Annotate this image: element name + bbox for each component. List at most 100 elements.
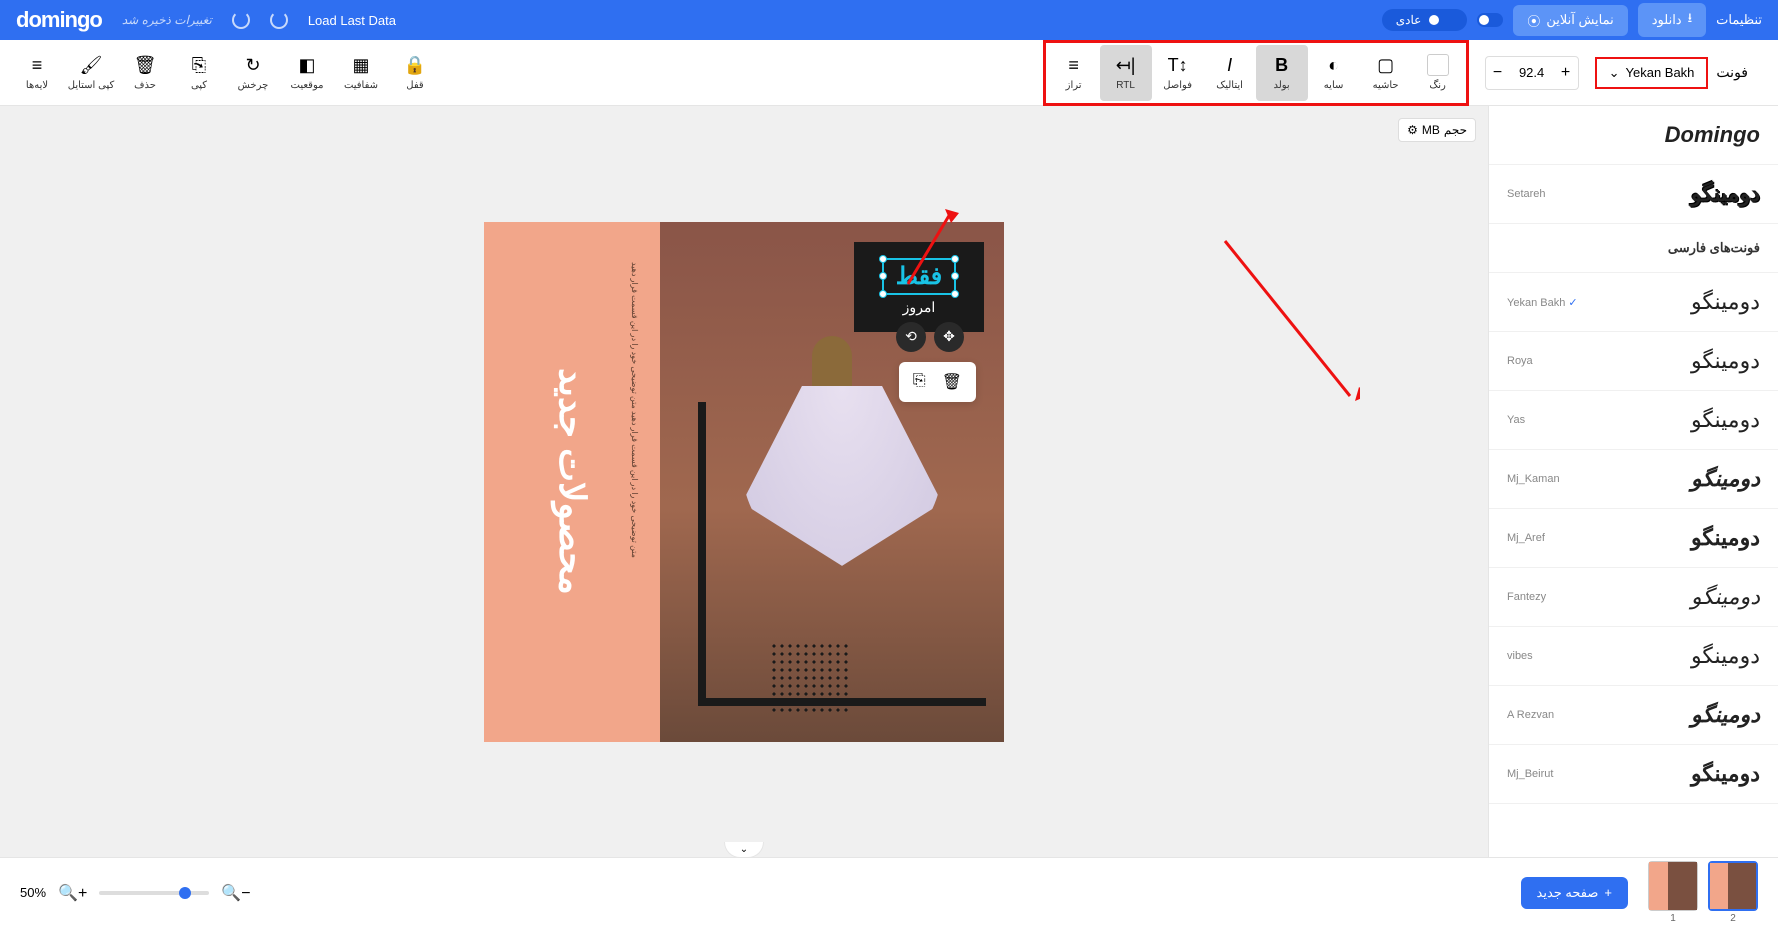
color-swatch-icon [1427, 54, 1449, 76]
italic-icon: I [1219, 54, 1241, 76]
expand-pages-button[interactable]: ⌄ [724, 842, 764, 858]
font-size-decrease[interactable]: − [1486, 57, 1510, 89]
font-item[interactable]: Yas دومینگو [1489, 391, 1778, 450]
load-last-button[interactable]: Load Last Data [308, 13, 396, 28]
font-item[interactable]: vibes دومینگو [1489, 627, 1778, 686]
resize-handle[interactable] [951, 290, 959, 298]
trash-icon: 🗑 [134, 54, 156, 76]
new-page-button[interactable]: صفحه جدید + [1521, 877, 1628, 909]
font-size-input[interactable] [1510, 57, 1554, 89]
align-button[interactable]: ≡تراز [1048, 45, 1100, 101]
rotate-handle[interactable]: ⟲ [896, 322, 926, 352]
dark-mode-toggle[interactable] [1477, 13, 1503, 27]
panel-title: فونت [1716, 64, 1768, 81]
collapse-panel-button[interactable]: ❯ [1488, 482, 1489, 522]
app-logo: domingo [16, 7, 102, 33]
preview-label: نمایش آنلاین [1546, 12, 1613, 28]
promo-box[interactable]: فقط امروز [854, 242, 984, 332]
app-header: domingo تغییرات ذخیره شد Load Last Data … [0, 0, 1778, 40]
artboard-left-panel[interactable]: متن توضیحی خود را در این قسمت قرار دهید … [484, 222, 660, 742]
delete-icon[interactable]: 🗑 [942, 372, 962, 392]
page-thumb-wrap: 1 [1648, 861, 1698, 924]
font-item[interactable]: Domingo [1489, 106, 1778, 165]
font-item[interactable]: Roya دومینگو [1489, 332, 1778, 391]
lock-icon: 🔒 [404, 54, 426, 76]
preview-button[interactable]: ⦿ نمایش آنلاین [1513, 5, 1627, 36]
bold-button[interactable]: Bبولد [1256, 45, 1308, 101]
copy-style-button[interactable]: 🖌کپی استایل [64, 45, 118, 101]
font-preview: دومینگو [1691, 702, 1760, 728]
bold-icon: B [1271, 54, 1293, 76]
font-item[interactable]: Fantezy دومینگو [1489, 568, 1778, 627]
page-thumbnail-2[interactable] [1708, 861, 1758, 911]
rtl-button[interactable]: ↤|RTL [1100, 45, 1152, 101]
settings-link[interactable]: تنظیمات [1716, 12, 1762, 28]
font-name-label: Yekan Bakh [1507, 296, 1578, 309]
size-settings-icon: ⚙ [1407, 123, 1418, 137]
resize-handle[interactable] [951, 255, 959, 263]
lock-button[interactable]: 🔒قفل [388, 45, 442, 101]
canvas-area[interactable]: ⚙ MB حجم متن توضیحی خود را در این قسمت ق… [0, 106, 1488, 857]
font-family-selector[interactable]: ⌄ Yekan Bakh [1595, 57, 1709, 89]
text-toolbar: ≡تراز ↤|RTL T↕فواصل Iایتالیک Bبولد ◐سایه… [1043, 40, 1469, 106]
opacity-icon: ▦ [350, 54, 372, 76]
font-item[interactable]: Setareh دومینگو [1489, 165, 1778, 224]
font-item[interactable]: A Rezvan دومینگو [1489, 686, 1778, 745]
resize-handle[interactable] [879, 255, 887, 263]
resize-handle[interactable] [879, 272, 887, 280]
artboard-right-panel[interactable]: فقط امروز ⟲ ✥ ⎘ 🗑 [660, 222, 1004, 742]
rotate-button[interactable]: ↻چرخش [226, 45, 280, 101]
color-button[interactable]: رنگ [1412, 45, 1464, 101]
font-name-label: Fantezy [1507, 591, 1546, 603]
new-page-label: صفحه جدید [1537, 885, 1599, 901]
sub-text[interactable]: امروز [903, 299, 936, 316]
zoom-out-icon[interactable]: 🔍− [221, 883, 250, 903]
font-preview: دومینگو [1691, 181, 1760, 207]
page-number: 2 [1708, 913, 1758, 924]
font-item[interactable]: Mj_Kaman دومینگو [1489, 450, 1778, 509]
artboard[interactable]: متن توضیحی خود را در این قسمت قرار دهید … [484, 222, 1004, 742]
font-name-label: Mj_Kaman [1507, 473, 1560, 485]
border-button[interactable]: ▢حاشیه [1360, 45, 1412, 101]
undo-icon[interactable] [232, 11, 250, 29]
annotation-arrow [1220, 236, 1360, 406]
selected-text-element[interactable]: فقط [882, 258, 956, 295]
font-item[interactable]: Yekan Bakh دومینگو [1489, 273, 1778, 332]
font-name-label: Setareh [1507, 188, 1546, 200]
rtl-icon: ↤| [1115, 54, 1137, 76]
resize-handle[interactable] [879, 290, 887, 298]
font-preview: Domingo [1665, 122, 1760, 148]
mode-pill[interactable]: عادی [1382, 9, 1468, 31]
page-thumbnail-1[interactable] [1648, 861, 1698, 911]
font-item[interactable]: Mj_Aref دومینگو [1489, 509, 1778, 568]
font-item[interactable]: Mj_Beirut دومینگو [1489, 745, 1778, 804]
broadcast-icon: ⦿ [1527, 11, 1540, 30]
redo-icon[interactable] [270, 11, 288, 29]
download-button[interactable]: دانلود ⭳ [1638, 3, 1706, 37]
opacity-button[interactable]: ▦شفافیت [334, 45, 388, 101]
layers-button[interactable]: ≡لایه‌ها [10, 45, 64, 101]
delete-button[interactable]: 🗑حذف [118, 45, 172, 101]
size-badge[interactable]: ⚙ MB حجم [1398, 118, 1476, 142]
zoom-slider[interactable] [99, 891, 209, 895]
duplicate-icon[interactable]: ⎘ [913, 372, 926, 392]
size-unit: MB [1422, 123, 1440, 137]
move-handle[interactable]: ✥ [934, 322, 964, 352]
resize-handle[interactable] [951, 272, 959, 280]
font-preview: دومینگو [1691, 289, 1760, 315]
shadow-button[interactable]: ◐سایه [1308, 45, 1360, 101]
font-name-label: Mj_Beirut [1507, 768, 1553, 780]
left-title-text[interactable]: محصولات جدید [551, 368, 593, 595]
spacing-button[interactable]: T↕فواصل [1152, 45, 1204, 101]
left-desc-text[interactable]: متن توضیحی خود را در این قسمت قرار دهید … [627, 262, 640, 558]
rotate-icon: ↻ [242, 54, 264, 76]
page-thumbnails: 1 2 [1648, 861, 1758, 924]
font-preview: دومینگو [1691, 407, 1760, 433]
page-thumb-wrap: 2 [1708, 861, 1758, 924]
zoom-in-icon[interactable]: 🔍+ [58, 883, 87, 903]
italic-button[interactable]: Iایتالیک [1204, 45, 1256, 101]
copy-button[interactable]: ⎘کپی [172, 45, 226, 101]
position-button[interactable]: ◧موقعیت [280, 45, 334, 101]
font-size-increase[interactable]: + [1554, 57, 1578, 89]
mode-toggle[interactable] [1427, 13, 1453, 27]
